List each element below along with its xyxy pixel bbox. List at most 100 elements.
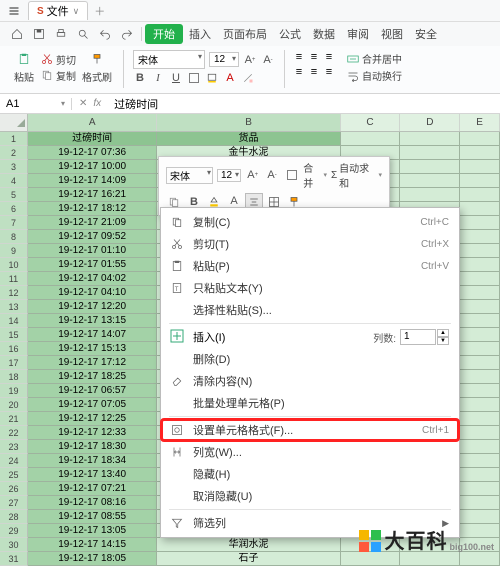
cell[interactable] xyxy=(460,202,500,216)
row-header[interactable]: 12 xyxy=(0,286,28,300)
row-header[interactable]: 16 xyxy=(0,342,28,356)
ctx-paste-special[interactable]: 选择性粘贴(S)... xyxy=(161,299,459,321)
bold-icon[interactable]: B xyxy=(132,70,148,86)
row-header[interactable]: 19 xyxy=(0,384,28,398)
italic-icon[interactable]: I xyxy=(150,70,166,86)
cell[interactable]: 19-12-17 14:09 xyxy=(28,174,157,188)
mini-merge-button[interactable]: 合并 xyxy=(303,160,327,190)
row-header[interactable]: 27 xyxy=(0,496,28,510)
row-header[interactable]: 17 xyxy=(0,356,28,370)
row-header[interactable]: 20 xyxy=(0,398,28,412)
cell[interactable] xyxy=(460,314,500,328)
ctx-paste-text[interactable]: T 只粘贴文本(Y) xyxy=(161,277,459,299)
row-header[interactable]: 31 xyxy=(0,552,28,566)
cell[interactable] xyxy=(460,174,500,188)
cell[interactable] xyxy=(460,286,500,300)
spin-up-icon[interactable]: ▲ xyxy=(437,329,449,337)
mini-font-name[interactable]: 宋体 xyxy=(166,167,213,184)
tab-review[interactable]: 审阅 xyxy=(341,26,375,42)
paste-label[interactable]: 粘贴 xyxy=(14,69,34,84)
cell[interactable]: 19-12-17 08:16 xyxy=(28,496,157,510)
row-header[interactable]: 5 xyxy=(0,188,28,202)
cell[interactable] xyxy=(460,244,500,258)
col-header-C[interactable]: C xyxy=(341,114,401,131)
row-header[interactable]: 21 xyxy=(0,412,28,426)
cell[interactable]: 19-12-17 01:10 xyxy=(28,244,157,258)
cell[interactable] xyxy=(341,552,401,566)
row-header[interactable]: 4 xyxy=(0,174,28,188)
row-header[interactable]: 28 xyxy=(0,510,28,524)
cell[interactable]: 19-12-17 08:55 xyxy=(28,510,157,524)
row-header[interactable]: 15 xyxy=(0,328,28,342)
row-header[interactable]: 18 xyxy=(0,370,28,384)
decrease-font-icon[interactable]: A- xyxy=(260,52,276,68)
align-bottom-left-icon[interactable]: ≡ xyxy=(292,65,306,79)
row-header[interactable]: 13 xyxy=(0,300,28,314)
cell[interactable] xyxy=(460,454,500,468)
cell[interactable]: 19-12-17 09:52 xyxy=(28,230,157,244)
cell[interactable]: 19-12-17 12:33 xyxy=(28,426,157,440)
cell[interactable] xyxy=(460,342,500,356)
row-header[interactable]: 2 xyxy=(0,146,28,160)
wrap-text-button[interactable]: 自动换行 xyxy=(346,68,402,83)
cell[interactable]: 19-12-17 18:12 xyxy=(28,202,157,216)
row-header[interactable]: 30 xyxy=(0,538,28,552)
tab-data[interactable]: 数据 xyxy=(307,26,341,42)
select-all-corner[interactable] xyxy=(0,114,28,131)
ctx-clear[interactable]: 清除内容(N) xyxy=(161,370,459,392)
cell[interactable] xyxy=(460,510,500,524)
cell[interactable] xyxy=(460,356,500,370)
cell[interactable] xyxy=(400,160,460,174)
cell[interactable] xyxy=(460,370,500,384)
cell[interactable] xyxy=(460,412,500,426)
tab-home[interactable]: 开始 xyxy=(145,24,183,44)
ctx-delete[interactable]: 删除(D) xyxy=(161,348,459,370)
ctx-unhide[interactable]: 取消隐藏(U) xyxy=(161,485,459,507)
tab-formulas[interactable]: 公式 xyxy=(273,26,307,42)
ctx-cut[interactable]: 剪切(T) Ctrl+X xyxy=(161,233,459,255)
row-header[interactable]: 25 xyxy=(0,468,28,482)
app-menu-icon[interactable] xyxy=(7,4,21,18)
cell[interactable]: 华润水泥 xyxy=(157,538,340,552)
cell[interactable]: 19-12-17 13:05 xyxy=(28,524,157,538)
print-icon[interactable] xyxy=(53,26,69,42)
cell[interactable]: 19-12-17 12:25 xyxy=(28,412,157,426)
mini-increase-font-icon[interactable]: A+ xyxy=(244,166,261,184)
formula-input[interactable]: 过磅时间 xyxy=(108,96,158,112)
tab-pagelayout[interactable]: 页面布局 xyxy=(217,26,273,42)
ctx-copy[interactable]: 复制(C) Ctrl+C xyxy=(161,211,459,233)
cell[interactable] xyxy=(400,552,460,566)
tab-dropdown-icon[interactable]: ∨ xyxy=(73,6,80,17)
cell[interactable] xyxy=(460,146,500,160)
cell[interactable] xyxy=(460,552,500,566)
cell[interactable] xyxy=(400,174,460,188)
row-header[interactable]: 3 xyxy=(0,160,28,174)
cell[interactable]: 19-12-17 16:21 xyxy=(28,188,157,202)
cell[interactable]: 19-12-17 13:40 xyxy=(28,468,157,482)
mini-border-icon[interactable] xyxy=(283,166,300,184)
insert-count-input[interactable]: 1 xyxy=(400,329,436,345)
format-painter-icon[interactable] xyxy=(89,51,105,67)
cell[interactable] xyxy=(460,258,500,272)
row-header[interactable]: 1 xyxy=(0,132,28,146)
cell[interactable]: 19-12-17 18:34 xyxy=(28,454,157,468)
cell[interactable] xyxy=(460,300,500,314)
save-icon[interactable] xyxy=(31,26,47,42)
cell[interactable]: 19-12-17 17:12 xyxy=(28,356,157,370)
cell[interactable] xyxy=(460,132,500,146)
cell[interactable]: 石子 xyxy=(157,552,340,566)
align-top-left-icon[interactable]: ≡ xyxy=(292,50,306,64)
row-header[interactable]: 29 xyxy=(0,524,28,538)
row-header[interactable]: 22 xyxy=(0,426,28,440)
cell[interactable] xyxy=(460,188,500,202)
cell[interactable]: 19-12-17 21:09 xyxy=(28,216,157,230)
cell[interactable] xyxy=(341,132,401,146)
row-header[interactable]: 23 xyxy=(0,440,28,454)
paste-icon[interactable] xyxy=(16,51,32,67)
name-box[interactable]: A1 xyxy=(0,98,72,110)
cell[interactable] xyxy=(460,272,500,286)
mini-autosum-button[interactable]: Σ自动求和 xyxy=(331,160,382,190)
font-color-icon[interactable]: A xyxy=(222,70,238,86)
tab-security[interactable]: 安全 xyxy=(409,26,443,42)
row-header[interactable]: 10 xyxy=(0,258,28,272)
